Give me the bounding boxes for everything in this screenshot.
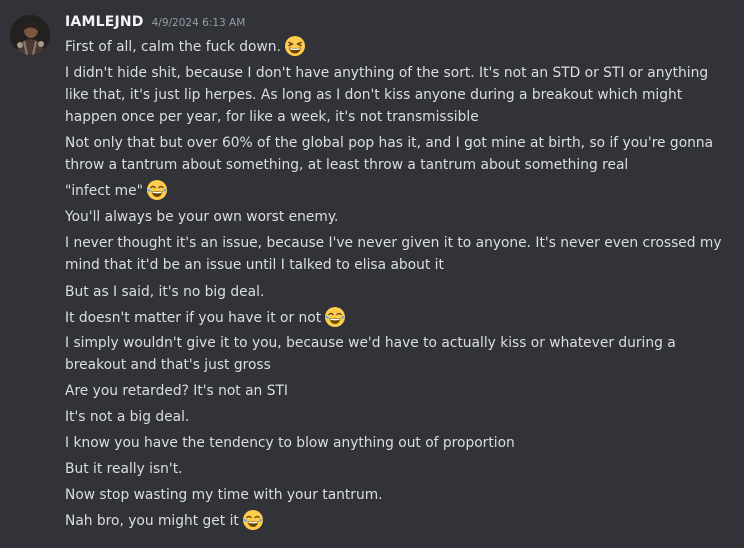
message-text: I know you have the tendency to blow any… [65,435,515,451]
message-text: But it really isn't. [65,461,183,477]
message-line: I simply wouldn't give it to you, becaus… [65,332,735,354]
message-line: like that, it's just lip herpes. As long… [65,84,735,106]
message-line: It doesn't matter if you have it or not [65,306,735,329]
username[interactable]: IAMLEJND [65,14,144,30]
message-text: "infect me" [65,183,143,199]
message-text: throw a tantrum about something, at leas… [65,157,629,173]
message-text: Now stop wasting my time with your tantr… [65,487,383,503]
message-text: I never thought it's an issue, because I… [65,235,722,251]
message-text: Not only that but over 60% of the global… [65,135,714,151]
face-with-tears-of-joy-icon [146,180,167,200]
message-text: mind that it'd be an issue until I talke… [65,257,444,273]
message-text: But as I said, it's no big deal. [65,284,265,300]
message-text: Nah bro, you might get it [65,513,239,529]
face-with-tears-of-joy-icon [325,307,346,327]
avatar[interactable] [10,15,50,55]
message-line: Nah bro, you might get it [65,509,735,532]
message-line: I never thought it's an issue, because I… [65,232,735,254]
message-text: It's not a big deal. [65,409,190,425]
message-text: like that, it's just lip herpes. As long… [65,87,683,103]
message-text: I didn't hide shit, because I don't have… [65,65,709,81]
message-line: happen once per year, for like a week, i… [65,106,735,128]
message-line: Not only that but over 60% of the global… [65,132,735,154]
message-header: IAMLEJND 4/9/2024 6:13 AM [65,14,245,36]
timestamp[interactable]: 4/9/2024 6:13 AM [152,17,246,29]
message-line: "infect me" [65,179,735,202]
grinning-squinting-face-icon [284,36,305,56]
message-line: Are you retarded? It's not an STI [65,380,735,402]
message-text: happen once per year, for like a week, i… [65,109,479,125]
message-line: But as I said, it's no big deal. [65,281,735,303]
message-text: Are you retarded? It's not an STI [65,383,288,399]
message-line: breakout and that's just gross [65,354,735,376]
message-text: breakout and that's just gross [65,357,271,373]
message-line: I know you have the tendency to blow any… [65,432,735,454]
message-line: Now stop wasting my time with your tantr… [65,484,735,506]
message-line: mind that it'd be an issue until I talke… [65,254,735,276]
message-line: I didn't hide shit, because I don't have… [65,62,735,84]
message-line: You'll always be your own worst enemy. [65,206,735,228]
face-with-tears-of-joy-icon [242,510,263,530]
message-text: It doesn't matter if you have it or not [65,310,322,326]
message-group: IAMLEJND 4/9/2024 6:13 AM First of all, … [0,0,744,548]
message-line: First of all, calm the fuck down. [65,35,735,58]
message-text: First of all, calm the fuck down. [65,39,281,55]
message-line: But it really isn't. [65,458,735,480]
message-line: It's not a big deal. [65,406,735,428]
message-text: You'll always be your own worst enemy. [65,209,339,225]
message-line: throw a tantrum about something, at leas… [65,154,735,176]
message-text: I simply wouldn't give it to you, becaus… [65,335,676,351]
